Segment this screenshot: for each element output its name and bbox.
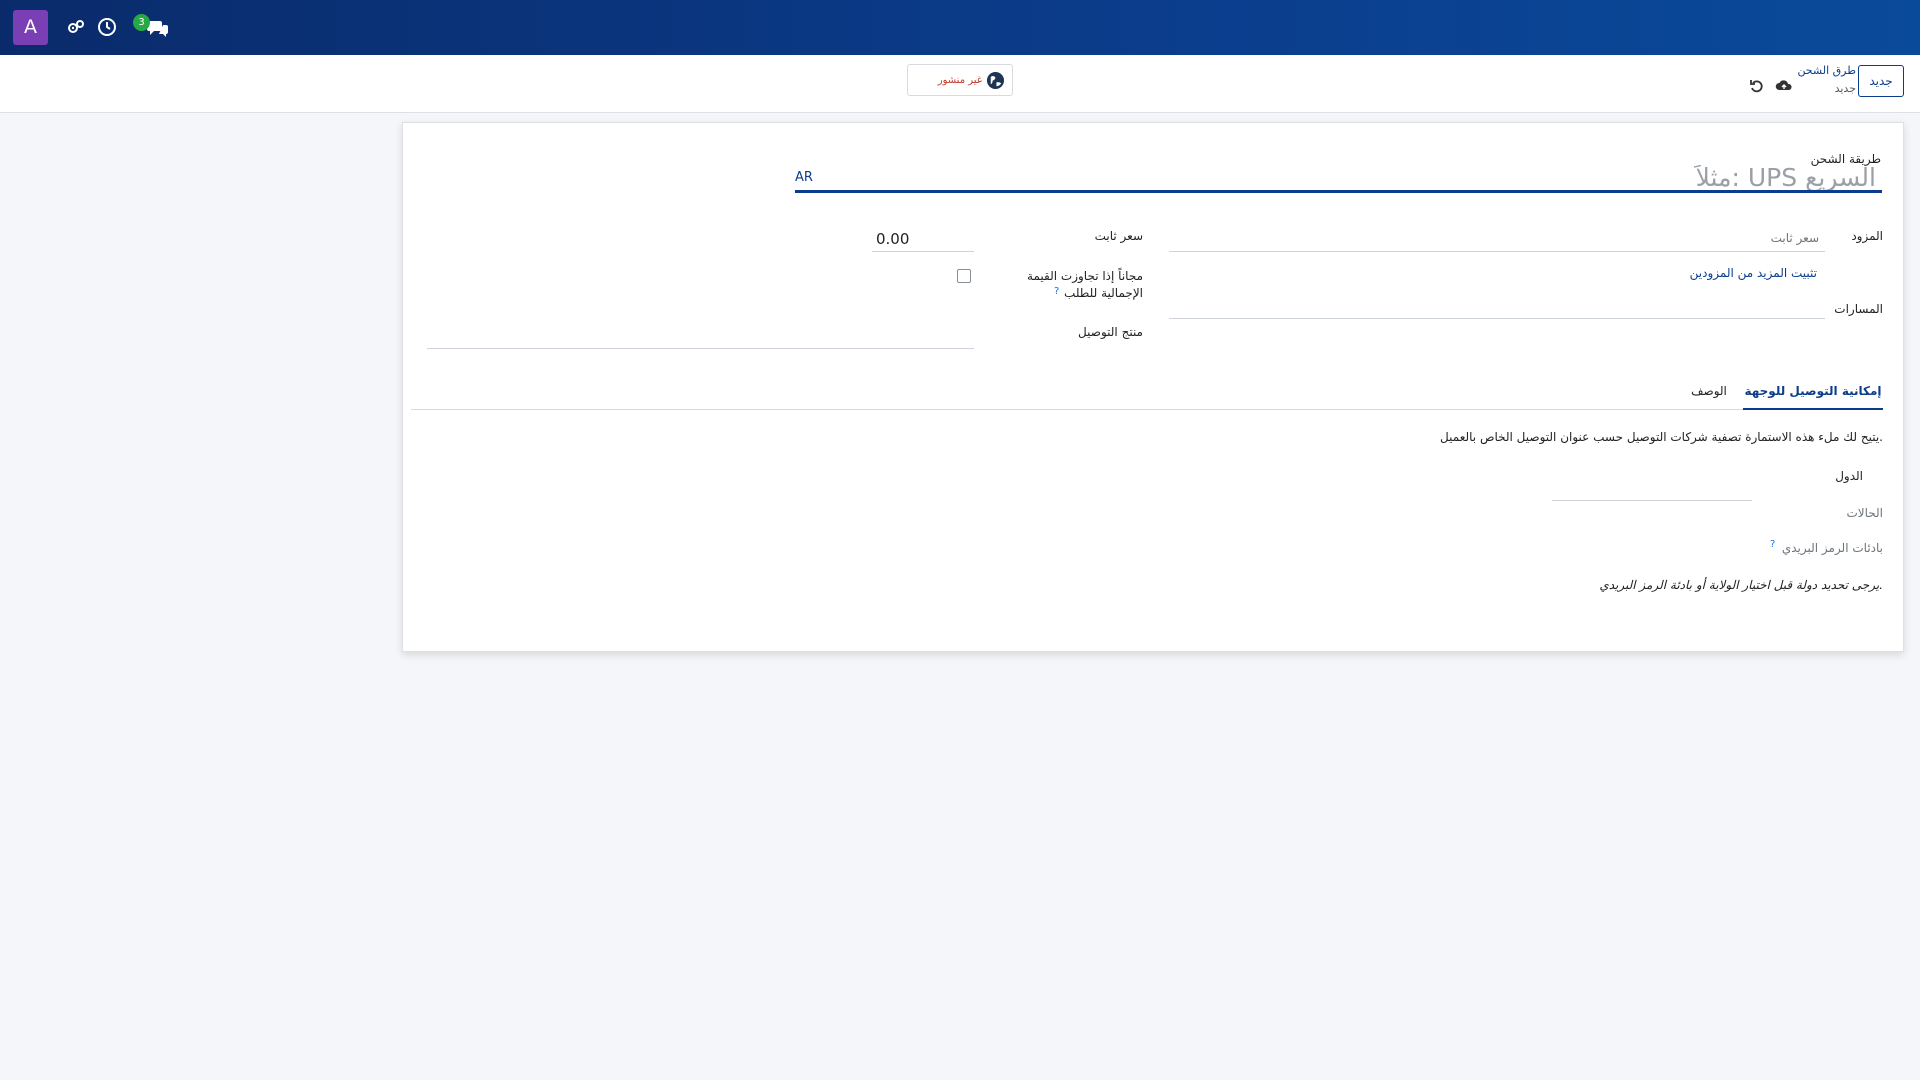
control-panel: جديد طرق الشحن جديد غير منشور [0,55,1920,113]
fixed-price-label: سعر ثابت [1094,229,1143,243]
availability-intro-text: يتيح لك ملء هذه الاستمارة تصفية شركات ال… [1440,430,1883,444]
provider-select[interactable]: سعر ثابت [1169,226,1825,252]
free-if-above-label-line1: مجاناً إذا تجاوزت القيمة [1027,269,1143,283]
gear-cluster-icon[interactable] [66,17,86,37]
breadcrumb-current: جديد [1834,82,1856,95]
discard-undo-icon[interactable] [1748,77,1766,95]
install-more-providers-link[interactable]: تثبيت المزيد من المزودين [1503,266,1817,280]
select-country-warning: يرجى تحديد دولة قبل اختيار الولاية أو با… [1599,578,1883,592]
routes-input[interactable] [1169,293,1825,319]
breadcrumb-parent[interactable]: طرق الشحن [1790,64,1856,77]
delivery-product-input[interactable] [427,323,974,349]
free-help-tooltip[interactable]: ? [1054,286,1059,297]
free-if-above-label: مجاناً إذا تجاوزت القيمة الإجمالية للطلب [1003,268,1143,302]
countries-label: الدول [1835,469,1863,483]
shipping-method-name-input[interactable] [795,165,1882,193]
form-sheet: طريقة الشحن AR المزود سعر ثابت تثبيت الم… [402,122,1904,652]
message-count-badge: 3 [133,14,150,31]
fixed-price-value: 0.00 [876,230,910,248]
clock-icon[interactable] [97,17,117,37]
tab-description[interactable]: الوصف [1679,384,1739,410]
tab-destination-availability[interactable]: إمكانية التوصيل للوجهة [1743,384,1883,410]
tabs-divider [411,409,1883,410]
fixed-price-input[interactable]: 0.00 [872,226,974,252]
publish-toggle-button[interactable]: غير منشور [907,64,1013,96]
provider-label: المزود [1851,229,1883,243]
free-if-above-label-line2: الإجمالية للطلب [1064,286,1143,300]
provider-value: سعر ثابت [1770,231,1819,245]
user-avatar[interactable]: A [13,10,48,45]
cloud-save-icon[interactable] [1775,77,1793,95]
publish-status: غير منشور [937,75,982,86]
countries-input[interactable] [1552,475,1752,501]
shipping-method-name-label: طريقة الشحن [1810,152,1881,166]
delivery-product-label: منتج التوصيل [1078,325,1143,339]
top-navbar: A 3 [0,0,1920,55]
states-label: الحالات [1846,506,1883,520]
zip-help-tooltip[interactable]: ? [1770,539,1775,550]
new-button[interactable]: جديد [1858,65,1904,97]
free-if-above-checkbox[interactable] [957,269,971,283]
language-tag[interactable]: AR [795,170,825,185]
zip-prefixes-label: بادئات الرمز البريدي [1781,541,1883,555]
globe-icon [986,71,1005,90]
